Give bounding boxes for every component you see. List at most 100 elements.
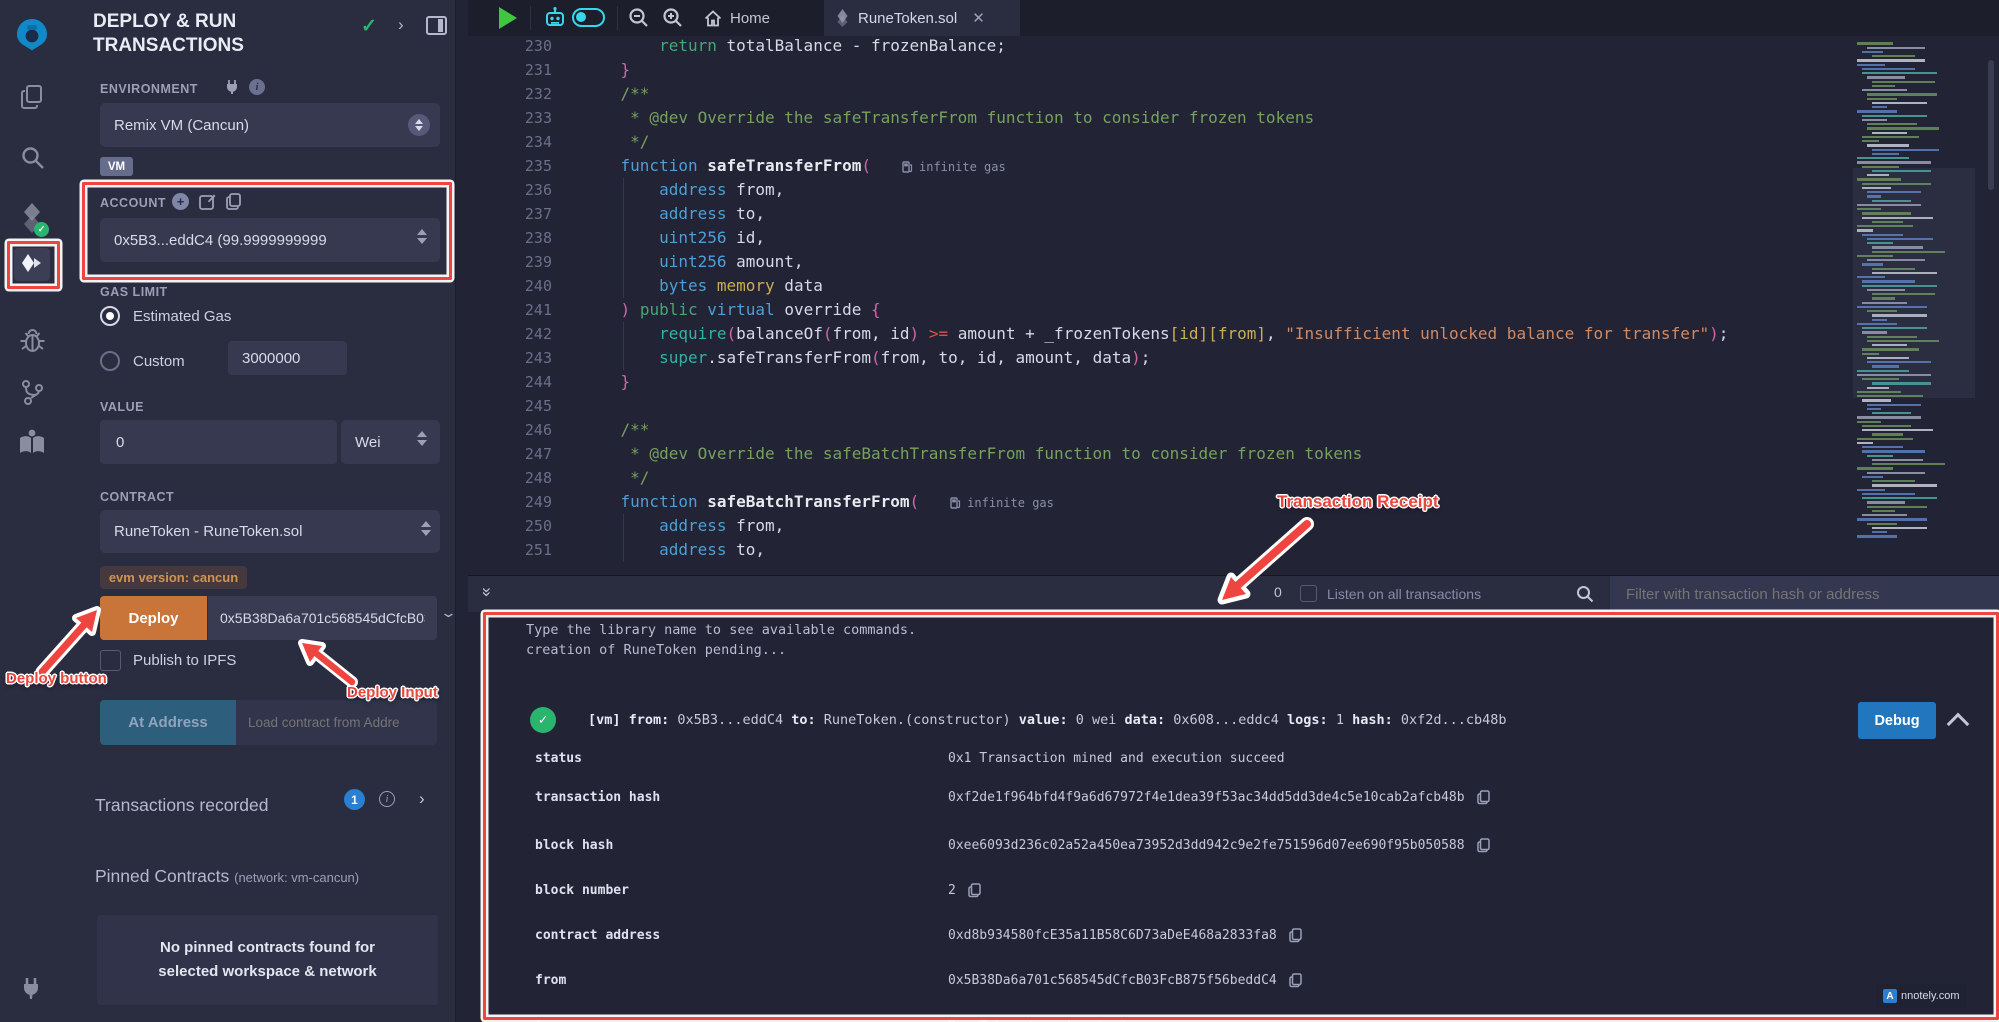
account-select[interactable]: 0x5B3...eddC4 (99.9999999999 [100, 218, 440, 262]
copy-value-button[interactable] [1289, 928, 1302, 943]
minimap-line [1857, 421, 1881, 423]
code-line[interactable]: * @dev Override the safeTransferFrom fun… [582, 106, 1314, 130]
minimap-line [1867, 47, 1925, 49]
tx-summary-line[interactable]: [vm] from: 0x5B3...eddC4 to: RuneToken.(… [588, 707, 1507, 733]
terminal-output[interactable]: Type the library name to see available c… [468, 612, 1999, 1022]
environment-stepper-icon[interactable] [408, 114, 430, 136]
copy-icon[interactable] [1289, 973, 1302, 988]
value-unit-stepper-icon[interactable] [417, 431, 427, 446]
contract-select[interactable]: RuneToken - RuneToken.sol [100, 510, 440, 553]
copy-value-button[interactable] [968, 883, 981, 898]
minimap-viewport[interactable] [1853, 168, 1975, 398]
deploy-constructor-input[interactable] [208, 596, 437, 640]
code-line[interactable]: function safeTransferFrom(infinite gas [582, 154, 1006, 178]
receipt-row-value: 0xd8b934580fcE35a11B58C6D73aDeE468a2833f… [948, 928, 1277, 943]
environment-select[interactable]: Remix VM (Cancun) [100, 103, 440, 147]
copilot-toggle-icon[interactable] [572, 8, 605, 27]
code-line[interactable]: /** [582, 82, 649, 106]
account-stepper-icon[interactable] [417, 229, 427, 244]
environment-info-icon[interactable]: i [249, 79, 265, 95]
code-line[interactable]: } [582, 58, 630, 82]
file-explorer-icon[interactable] [0, 82, 64, 112]
deploy-run-icon[interactable] [0, 247, 64, 281]
run-script-icon[interactable] [499, 7, 517, 29]
code-line[interactable]: address to, [582, 538, 765, 562]
minimap-line [1867, 455, 1893, 457]
debug-button[interactable]: Debug [1858, 702, 1936, 739]
collapse-receipt-chevron-icon[interactable] [1947, 713, 1970, 736]
estimated-gas-radio[interactable] [100, 306, 120, 326]
code-line[interactable]: address to, [582, 202, 765, 226]
code-line[interactable]: * @dev Override the safeBatchTransferFro… [582, 442, 1362, 466]
minimap-line [1862, 140, 1879, 142]
code-line[interactable]: } [582, 370, 630, 394]
learneth-icon[interactable] [0, 426, 64, 458]
ai-assistant-icon[interactable] [543, 6, 567, 30]
receipt-row-transaction-hash: transaction hash0xf2de1f964bfd4f9a6d6797… [535, 788, 1979, 806]
tab-runetoken[interactable]: RuneToken.sol ✕ [824, 0, 1020, 36]
receipt-row-value: 0x5B38Da6a701c568545dCfcB03FcB875f56bedd… [948, 973, 1277, 988]
at-address-input[interactable] [236, 700, 437, 745]
code-editor[interactable]: 230 return totalBalance - frozenBalance;… [468, 36, 1999, 575]
terminal-collapse-icon[interactable]: « [476, 589, 496, 596]
value-input[interactable] [100, 420, 337, 464]
transactions-info-icon[interactable]: i [379, 791, 395, 807]
code-line[interactable]: return totalBalance - frozenBalance; [582, 36, 1006, 58]
code-line[interactable]: address from, [582, 178, 784, 202]
contract-stepper-icon[interactable] [421, 521, 431, 536]
annotation-deploy-button: Deploy button [6, 670, 107, 687]
minimap-line [1867, 98, 1897, 100]
annotation-deploy-input: Deploy Input [347, 684, 438, 701]
code-line[interactable]: uint256 amount, [582, 250, 804, 274]
deploy-button[interactable]: Deploy [100, 596, 207, 640]
tab-home[interactable]: Home [704, 0, 770, 36]
pin-panel-icon[interactable] [426, 16, 447, 35]
terminal-toolbar: « 0 Listen on all transactions [468, 575, 1999, 613]
listen-count: 0 [1274, 584, 1282, 600]
zoom-out-icon[interactable] [628, 7, 650, 29]
listen-transactions-checkbox[interactable] [1300, 585, 1317, 602]
transactions-expand-icon[interactable]: › [419, 789, 425, 809]
indent-guide [623, 178, 624, 298]
gas-limit-input[interactable] [228, 341, 347, 375]
copy-account-icon[interactable] [226, 193, 241, 210]
copy-value-button[interactable] [1477, 838, 1490, 853]
editor-minimap[interactable] [1853, 38, 1975, 543]
copy-value-button[interactable] [1477, 790, 1490, 805]
add-account-icon[interactable]: + [172, 193, 189, 210]
remix-logo-icon[interactable] [0, 16, 64, 54]
code-line[interactable]: super.safeTransferFrom(from, to, id, amo… [582, 346, 1150, 370]
transaction-filter-input[interactable] [1610, 576, 1999, 613]
code-line[interactable]: require(balanceOf(from, id) >= amount + … [582, 322, 1728, 346]
code-line[interactable]: address from, [582, 514, 784, 538]
minimap-line [1872, 484, 1937, 486]
code-line[interactable]: /** [582, 418, 649, 442]
plugin-manager-icon[interactable] [0, 972, 64, 1004]
copy-icon[interactable] [1289, 928, 1302, 943]
code-line[interactable]: function safeBatchTransferFrom(infinite … [582, 490, 1054, 514]
copy-icon[interactable] [1477, 838, 1490, 853]
plug-icon [225, 79, 239, 94]
tab-close-icon[interactable]: ✕ [972, 9, 985, 27]
debugger-icon[interactable] [0, 324, 64, 358]
copy-value-button[interactable] [1289, 973, 1302, 988]
at-address-button[interactable]: At Address [100, 700, 236, 745]
zoom-in-icon[interactable] [662, 7, 684, 29]
search-icon[interactable] [0, 142, 64, 172]
code-line[interactable]: */ [582, 130, 649, 154]
editor-scrollbar[interactable] [1988, 60, 1994, 190]
minimap-line [1862, 429, 1933, 431]
solidity-compiler-icon[interactable]: ✓ [0, 200, 64, 236]
copy-icon[interactable] [1477, 790, 1490, 805]
code-line[interactable]: ) public virtual override { [582, 298, 881, 322]
terminal-search-icon[interactable] [1576, 585, 1594, 603]
publish-ipfs-checkbox[interactable] [100, 650, 121, 671]
code-line[interactable]: uint256 id, [582, 226, 765, 250]
copy-icon[interactable] [968, 883, 981, 898]
panel-forward-icon[interactable]: › [398, 15, 404, 35]
custom-gas-radio[interactable] [100, 351, 120, 371]
edit-account-icon[interactable] [199, 193, 216, 210]
code-line[interactable]: */ [582, 466, 649, 490]
git-branch-icon[interactable] [0, 376, 64, 408]
code-line[interactable]: bytes memory data [582, 274, 823, 298]
